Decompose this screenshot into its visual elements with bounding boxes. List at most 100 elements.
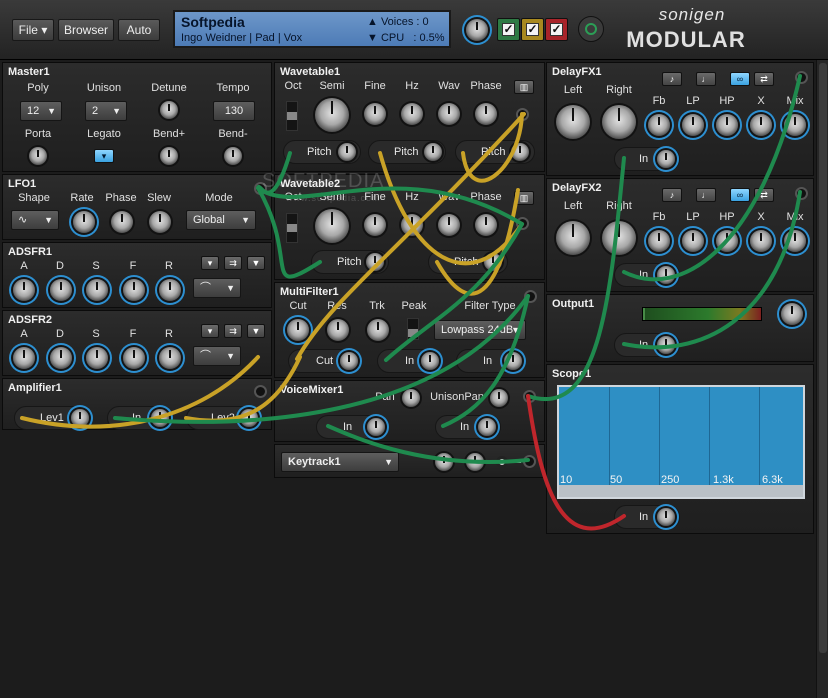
unison-dropdown[interactable]: 2 ▼ [85, 101, 127, 121]
yellow-toggle-button[interactable]: ✓ [521, 18, 544, 41]
peak-switch[interactable] [407, 318, 419, 340]
attack-knob[interactable] [13, 279, 35, 301]
keytrack-knob-2[interactable] [466, 453, 484, 471]
note-icon[interactable]: ♩ [696, 72, 716, 86]
filter-in2-knob[interactable] [504, 352, 522, 370]
semi-knob[interactable] [315, 98, 349, 132]
green-toggle-button[interactable]: ✓ [497, 18, 520, 41]
lev1-knob[interactable] [71, 409, 89, 427]
bend-up-knob[interactable] [160, 147, 178, 165]
mixer-in2-knob[interactable] [478, 418, 496, 436]
fade-knob[interactable] [123, 279, 145, 301]
delayfx2-output-jack[interactable] [795, 187, 808, 200]
lev2-knob[interactable] [240, 409, 258, 427]
scope-in-knob[interactable] [657, 508, 675, 526]
mixer-in1-knob[interactable] [367, 418, 385, 436]
wavetable1-output-jack[interactable] [516, 108, 529, 121]
amp-in-knob[interactable] [151, 409, 169, 427]
keytrack-input-jack[interactable] [496, 456, 508, 468]
keytrack-output-jack[interactable] [523, 455, 536, 468]
envelope-curve-dropdown[interactable]: ⌒ ▼ [193, 278, 241, 298]
lowpass-knob[interactable] [682, 230, 704, 252]
amplifier-output-jack[interactable] [254, 385, 267, 398]
octave-slider[interactable] [286, 101, 298, 131]
sync-icon[interactable]: ♪ [662, 188, 682, 202]
lfo-mode-dropdown[interactable]: Global ▼ [186, 210, 256, 230]
crossfeed-knob[interactable] [750, 230, 772, 252]
filter-type-dropdown[interactable]: Lowpass 24dB ▼ [434, 320, 526, 340]
pitch2-knob[interactable] [484, 253, 502, 271]
attack-knob[interactable] [13, 347, 35, 369]
voicemixer-output-jack[interactable] [523, 390, 536, 403]
delay1-in-knob[interactable] [657, 150, 675, 168]
delay-left-knob[interactable] [556, 221, 590, 255]
pingpong-icon[interactable]: ∞ [730, 188, 750, 202]
delay2-in-knob[interactable] [657, 266, 675, 284]
loop-icon[interactable]: ⇉ [224, 324, 242, 338]
unison-pan-knob[interactable] [490, 389, 508, 407]
auto-button[interactable]: Auto [118, 19, 160, 41]
note-icon[interactable]: ♩ [696, 188, 716, 202]
phase-knob[interactable] [475, 214, 497, 236]
cutoff-knob[interactable] [287, 319, 309, 341]
delayfx1-output-jack[interactable] [795, 71, 808, 84]
envelope-curve-dropdown[interactable]: ⌒ ▼ [193, 346, 241, 366]
lfo-rate-knob[interactable] [73, 211, 95, 233]
legato-toggle[interactable]: ▾ [94, 149, 114, 163]
hz-knob[interactable] [401, 103, 423, 125]
lowpass-knob[interactable] [682, 114, 704, 136]
keytrack-knob-1[interactable] [435, 453, 453, 471]
highpass-knob[interactable] [716, 230, 738, 252]
decay-knob[interactable] [50, 279, 72, 301]
cut-mod-knob[interactable] [340, 352, 358, 370]
retrigger-icon[interactable]: ▼ [247, 324, 265, 338]
file-menu-button[interactable]: File ▾ [12, 19, 54, 41]
tempo-field[interactable]: 130 [213, 101, 255, 121]
resonance-knob[interactable] [327, 319, 349, 341]
retrigger-icon[interactable]: ▼ [247, 256, 265, 270]
chevron-down-icon[interactable]: ▾ [201, 324, 219, 338]
pingpong-icon[interactable]: ∞ [730, 72, 750, 86]
output-in-knob[interactable] [657, 336, 675, 354]
porta-knob[interactable] [29, 147, 47, 165]
fine-knob[interactable] [364, 214, 386, 236]
fine-knob[interactable] [364, 103, 386, 125]
routing-icon[interactable]: ⇄ [754, 188, 774, 202]
decay-knob[interactable] [50, 347, 72, 369]
pan-knob[interactable] [402, 389, 420, 407]
browser-button[interactable]: Browser [58, 19, 114, 41]
filter-in-knob[interactable] [421, 352, 439, 370]
sustain-knob[interactable] [86, 347, 108, 369]
sync-icon[interactable]: ♪ [662, 72, 682, 86]
pitch3-knob[interactable] [511, 143, 529, 161]
pitch1-knob[interactable] [338, 143, 356, 161]
scrollbar-thumb[interactable] [819, 63, 827, 653]
detune-knob[interactable] [160, 101, 178, 119]
keytrack-dropdown[interactable]: Keytrack1 ▼ [281, 452, 399, 472]
mix-knob[interactable] [784, 230, 806, 252]
release-knob[interactable] [159, 347, 181, 369]
poly-dropdown[interactable]: 12 ▼ [20, 101, 62, 121]
power-button[interactable] [578, 16, 604, 42]
loop-icon[interactable]: ⇉ [224, 256, 242, 270]
semi-knob[interactable] [315, 209, 349, 243]
master-volume-knob[interactable] [466, 19, 488, 41]
release-knob[interactable] [159, 279, 181, 301]
output-volume-knob[interactable] [781, 303, 803, 325]
chevron-down-icon[interactable]: ▾ [201, 256, 219, 270]
delay-left-knob[interactable] [556, 105, 590, 139]
phase-knob[interactable] [475, 103, 497, 125]
feedback-knob[interactable] [648, 230, 670, 252]
sustain-knob[interactable] [86, 279, 108, 301]
routing-icon[interactable]: ⇄ [754, 72, 774, 86]
lfo-slew-knob[interactable] [149, 211, 171, 233]
delay-right-knob[interactable] [602, 105, 636, 139]
waveform-view-icon[interactable]: ▥ [514, 80, 534, 94]
waveform-view-icon[interactable]: ▥ [514, 191, 534, 205]
fade-knob[interactable] [123, 347, 145, 369]
red-toggle-button[interactable]: ✓ [545, 18, 568, 41]
wav-knob[interactable] [438, 103, 460, 125]
preset-display[interactable]: Softpedia Ingo Weidner | Pad | Vox ▲ Voi… [173, 10, 451, 48]
lfo-phase-knob[interactable] [111, 211, 133, 233]
octave-slider[interactable] [286, 213, 298, 243]
